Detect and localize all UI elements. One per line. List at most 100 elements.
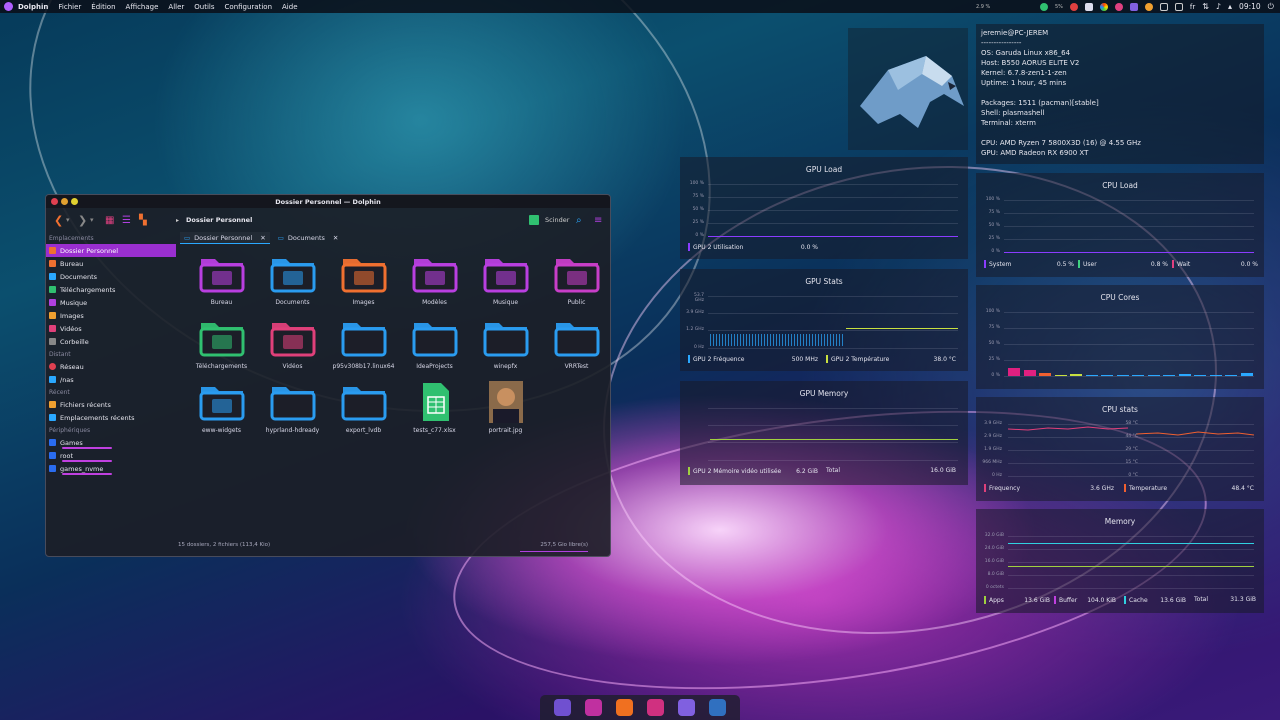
sidebar-item-music[interactable]: Musique <box>46 296 176 309</box>
details-view-icon[interactable]: ☰ <box>122 214 131 226</box>
file-item[interactable]: Images <box>328 253 399 317</box>
sidebar-item-home[interactable]: Dossier Personnel <box>46 244 176 257</box>
split-icon[interactable] <box>529 215 539 225</box>
icons-view-icon[interactable]: ▦ <box>105 214 114 226</box>
legend-label: GPU 2 Utilisation <box>693 243 744 251</box>
menu-aide[interactable]: Aide <box>282 3 297 11</box>
core-bar <box>1209 375 1222 376</box>
file-label: Images <box>352 299 375 306</box>
tab-dossier-personnel[interactable]: ▭ Dossier Personnel ✕ <box>180 232 270 244</box>
clock[interactable]: 09:10 <box>1239 2 1261 11</box>
sidebar-item-root[interactable]: root <box>46 449 176 462</box>
keyboard-layout[interactable]: fr <box>1190 3 1195 11</box>
sidebar-item-label: Bureau <box>60 259 84 268</box>
sidebar-item-nas[interactable]: /nas <box>46 373 176 386</box>
back-arrow-icon[interactable]: ❮ <box>54 214 63 227</box>
file-item[interactable]: VRRTest <box>541 317 610 381</box>
legend-gpu-frequency: GPU 2 Fréquence 500 MHz <box>688 355 818 363</box>
menu-affichage[interactable]: Affichage <box>126 3 159 11</box>
menu-edition[interactable]: Édition <box>91 3 115 11</box>
editor-icon[interactable] <box>678 699 695 716</box>
search-icon[interactable]: ⌕ <box>576 214 582 226</box>
file-item[interactable]: Téléchargements <box>186 317 257 381</box>
folder-icon <box>554 259 599 293</box>
split-button[interactable]: Scinder <box>545 214 569 226</box>
sidebar-item-games[interactable]: Games <box>46 436 176 449</box>
file-item[interactable]: p95v308b17.linux64 <box>328 317 399 381</box>
sidebar-item-downloads[interactable]: Téléchargements <box>46 283 176 296</box>
close-tab-icon[interactable]: ✕ <box>260 234 265 242</box>
menu-outils[interactable]: Outils <box>194 3 214 11</box>
app-launcher-icon[interactable] <box>4 2 13 11</box>
cpu-load-widget: CPU Load 100 % 75 % 50 % 25 % 0 % System… <box>976 173 1264 277</box>
sidebar-item-bureau[interactable]: Bureau <box>46 257 176 270</box>
notification-icon[interactable] <box>1069 2 1078 11</box>
close-tab-icon[interactable]: ✕ <box>333 234 338 242</box>
file-item[interactable]: winepfx <box>470 317 541 381</box>
sidebar-item-games-nvme[interactable]: games_nvme <box>46 462 176 475</box>
legend-label: Buffer <box>1059 596 1078 604</box>
memory-plot <box>1008 536 1254 589</box>
file-item[interactable]: eww-widgets <box>186 381 257 445</box>
file-item[interactable]: Public <box>541 253 610 317</box>
hamburger-menu-icon[interactable]: ≡ <box>594 214 602 226</box>
core-bar <box>1240 373 1253 376</box>
garuda-icon[interactable] <box>554 699 571 716</box>
minimize-window-button[interactable] <box>61 198 68 205</box>
color-picker-icon[interactable] <box>1099 2 1108 11</box>
sidebar-item-recent-places[interactable]: Emplacements récents <box>46 411 176 424</box>
videos-icon <box>49 325 56 332</box>
sidebar-item-recent-files[interactable]: Fichiers récents <box>46 398 176 411</box>
file-item[interactable]: tests_c77.xlsx <box>399 381 470 445</box>
file-item[interactable]: Vidéos <box>257 317 328 381</box>
forward-dropdown-icon[interactable]: ▾ <box>90 214 94 226</box>
menu-fichier[interactable]: Fichier <box>58 3 81 11</box>
tab-documents[interactable]: ▭ Documents ✕ <box>274 232 343 244</box>
assistant-icon[interactable] <box>709 699 726 716</box>
legend-value: 0.0 % <box>800 243 818 251</box>
discord-icon[interactable] <box>1084 2 1093 11</box>
app-tray-icon[interactable] <box>1114 2 1123 11</box>
back-dropdown-icon[interactable]: ▾ <box>66 214 70 226</box>
file-item[interactable]: Bureau <box>186 253 257 317</box>
menu-configuration[interactable]: Configuration <box>225 3 272 11</box>
display-icon[interactable] <box>1174 2 1183 11</box>
file-label: winepfx <box>493 363 518 370</box>
sidebar-item-trash[interactable]: Corbeille <box>46 335 176 348</box>
menu-aller[interactable]: Aller <box>168 3 184 11</box>
sidebar-item-images[interactable]: Images <box>46 309 176 322</box>
media-icon[interactable] <box>647 699 664 716</box>
clipboard-icon[interactable] <box>1159 2 1168 11</box>
documents-icon <box>49 273 56 280</box>
sidebar-item-documents[interactable]: Documents <box>46 270 176 283</box>
file-item[interactable]: export_lvdb <box>328 381 399 445</box>
packages-line: Packages: 1511 (pacman)[stable] <box>981 99 1099 107</box>
bell-icon[interactable]: ▴ <box>1228 2 1232 11</box>
split-view-icon[interactable]: ▚ <box>139 214 147 226</box>
legend-value: 500 MHz <box>791 355 818 363</box>
file-item[interactable]: portrait.jpg <box>470 381 541 445</box>
music-icon <box>49 299 56 306</box>
editor-tray-icon[interactable] <box>1129 2 1138 11</box>
legend-temperature: Temperature 48.4 °C <box>1124 484 1254 492</box>
file-item[interactable]: Modèles <box>399 253 470 317</box>
forward-arrow-icon[interactable]: ❯ <box>78 214 87 227</box>
power-icon[interactable]: ⏻ <box>1268 2 1274 12</box>
app-icon[interactable] <box>585 699 602 716</box>
sidebar-item-network[interactable]: Réseau <box>46 360 176 373</box>
update-icon[interactable] <box>1039 2 1048 11</box>
network-icon[interactable]: ⇅ <box>1202 2 1209 11</box>
file-item[interactable]: IdeaProjects <box>399 317 470 381</box>
file-label: Modèles <box>422 299 447 306</box>
file-item[interactable]: Documents <box>257 253 328 317</box>
breadcrumb[interactable]: Dossier Personnel <box>186 214 252 226</box>
window-titlebar[interactable]: Dossier Personnel — Dolphin <box>46 195 610 208</box>
firefox-icon[interactable] <box>1144 2 1153 11</box>
dolphin-icon[interactable] <box>616 699 633 716</box>
volume-icon[interactable]: ♪ <box>1216 2 1221 11</box>
sidebar-item-videos[interactable]: Vidéos <box>46 322 176 335</box>
close-window-button[interactable] <box>51 198 58 205</box>
maximize-window-button[interactable] <box>71 198 78 205</box>
file-item[interactable]: Musique <box>470 253 541 317</box>
file-item[interactable]: hyprland-hdready <box>257 381 328 445</box>
